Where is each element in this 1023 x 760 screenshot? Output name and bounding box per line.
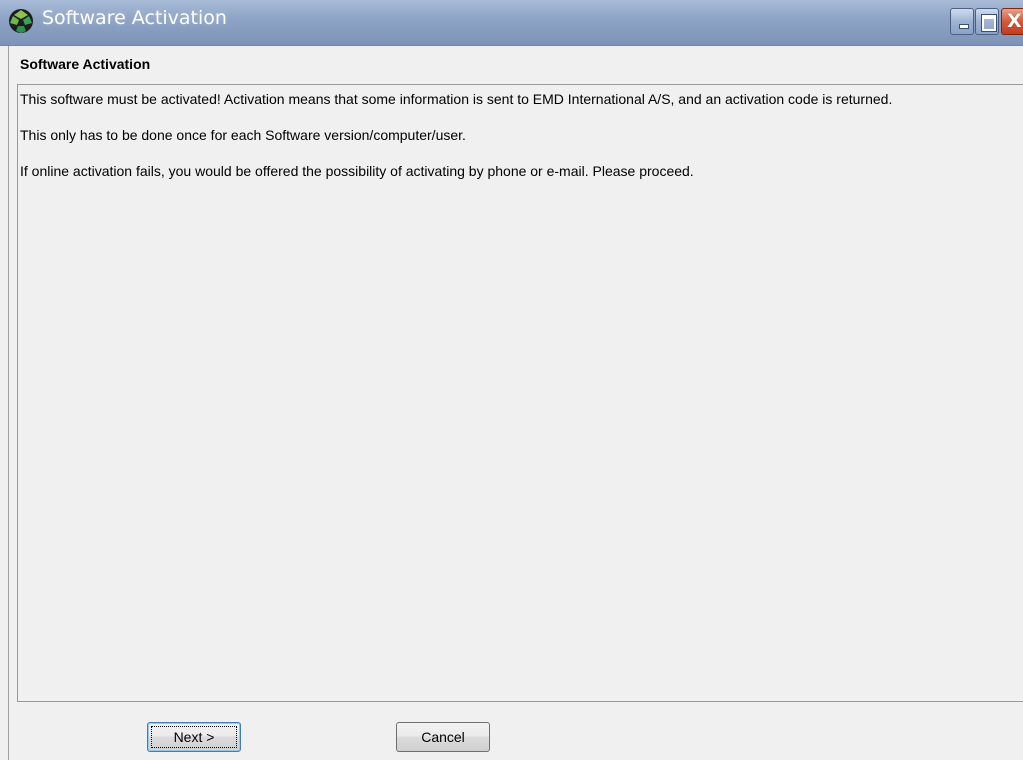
content-panel: This software must be activated! Activat… <box>17 84 1023 702</box>
title-bar[interactable]: Software Activation X <box>0 0 1023 46</box>
maximize-icon <box>981 14 997 32</box>
minimize-icon <box>959 24 969 29</box>
activation-message: This software must be activated! Activat… <box>20 90 1018 198</box>
message-paragraph-fallback: If online activation fails, you would be… <box>20 163 694 179</box>
cancel-button[interactable]: Cancel <box>396 722 490 752</box>
close-icon: X <box>1007 10 1022 32</box>
section-header: Software Activation <box>8 46 1023 84</box>
minimize-button[interactable] <box>950 8 974 35</box>
app-logo-icon <box>9 9 33 33</box>
next-button-label: Next > <box>173 729 215 745</box>
activation-window: Software Activation X Software Activatio… <box>0 0 1023 760</box>
close-button[interactable]: X <box>1001 8 1023 35</box>
message-paragraph-activation: This software must be activated! Activat… <box>20 91 893 107</box>
window-title: Software Activation <box>42 7 227 29</box>
cancel-button-label: Cancel <box>421 729 465 745</box>
maximize-button[interactable] <box>975 8 999 35</box>
page-title: Software Activation <box>20 56 151 72</box>
message-paragraph-once: This only has to be done once for each S… <box>20 127 466 143</box>
next-button[interactable]: Next > <box>147 722 241 752</box>
window-left-border <box>8 46 9 760</box>
